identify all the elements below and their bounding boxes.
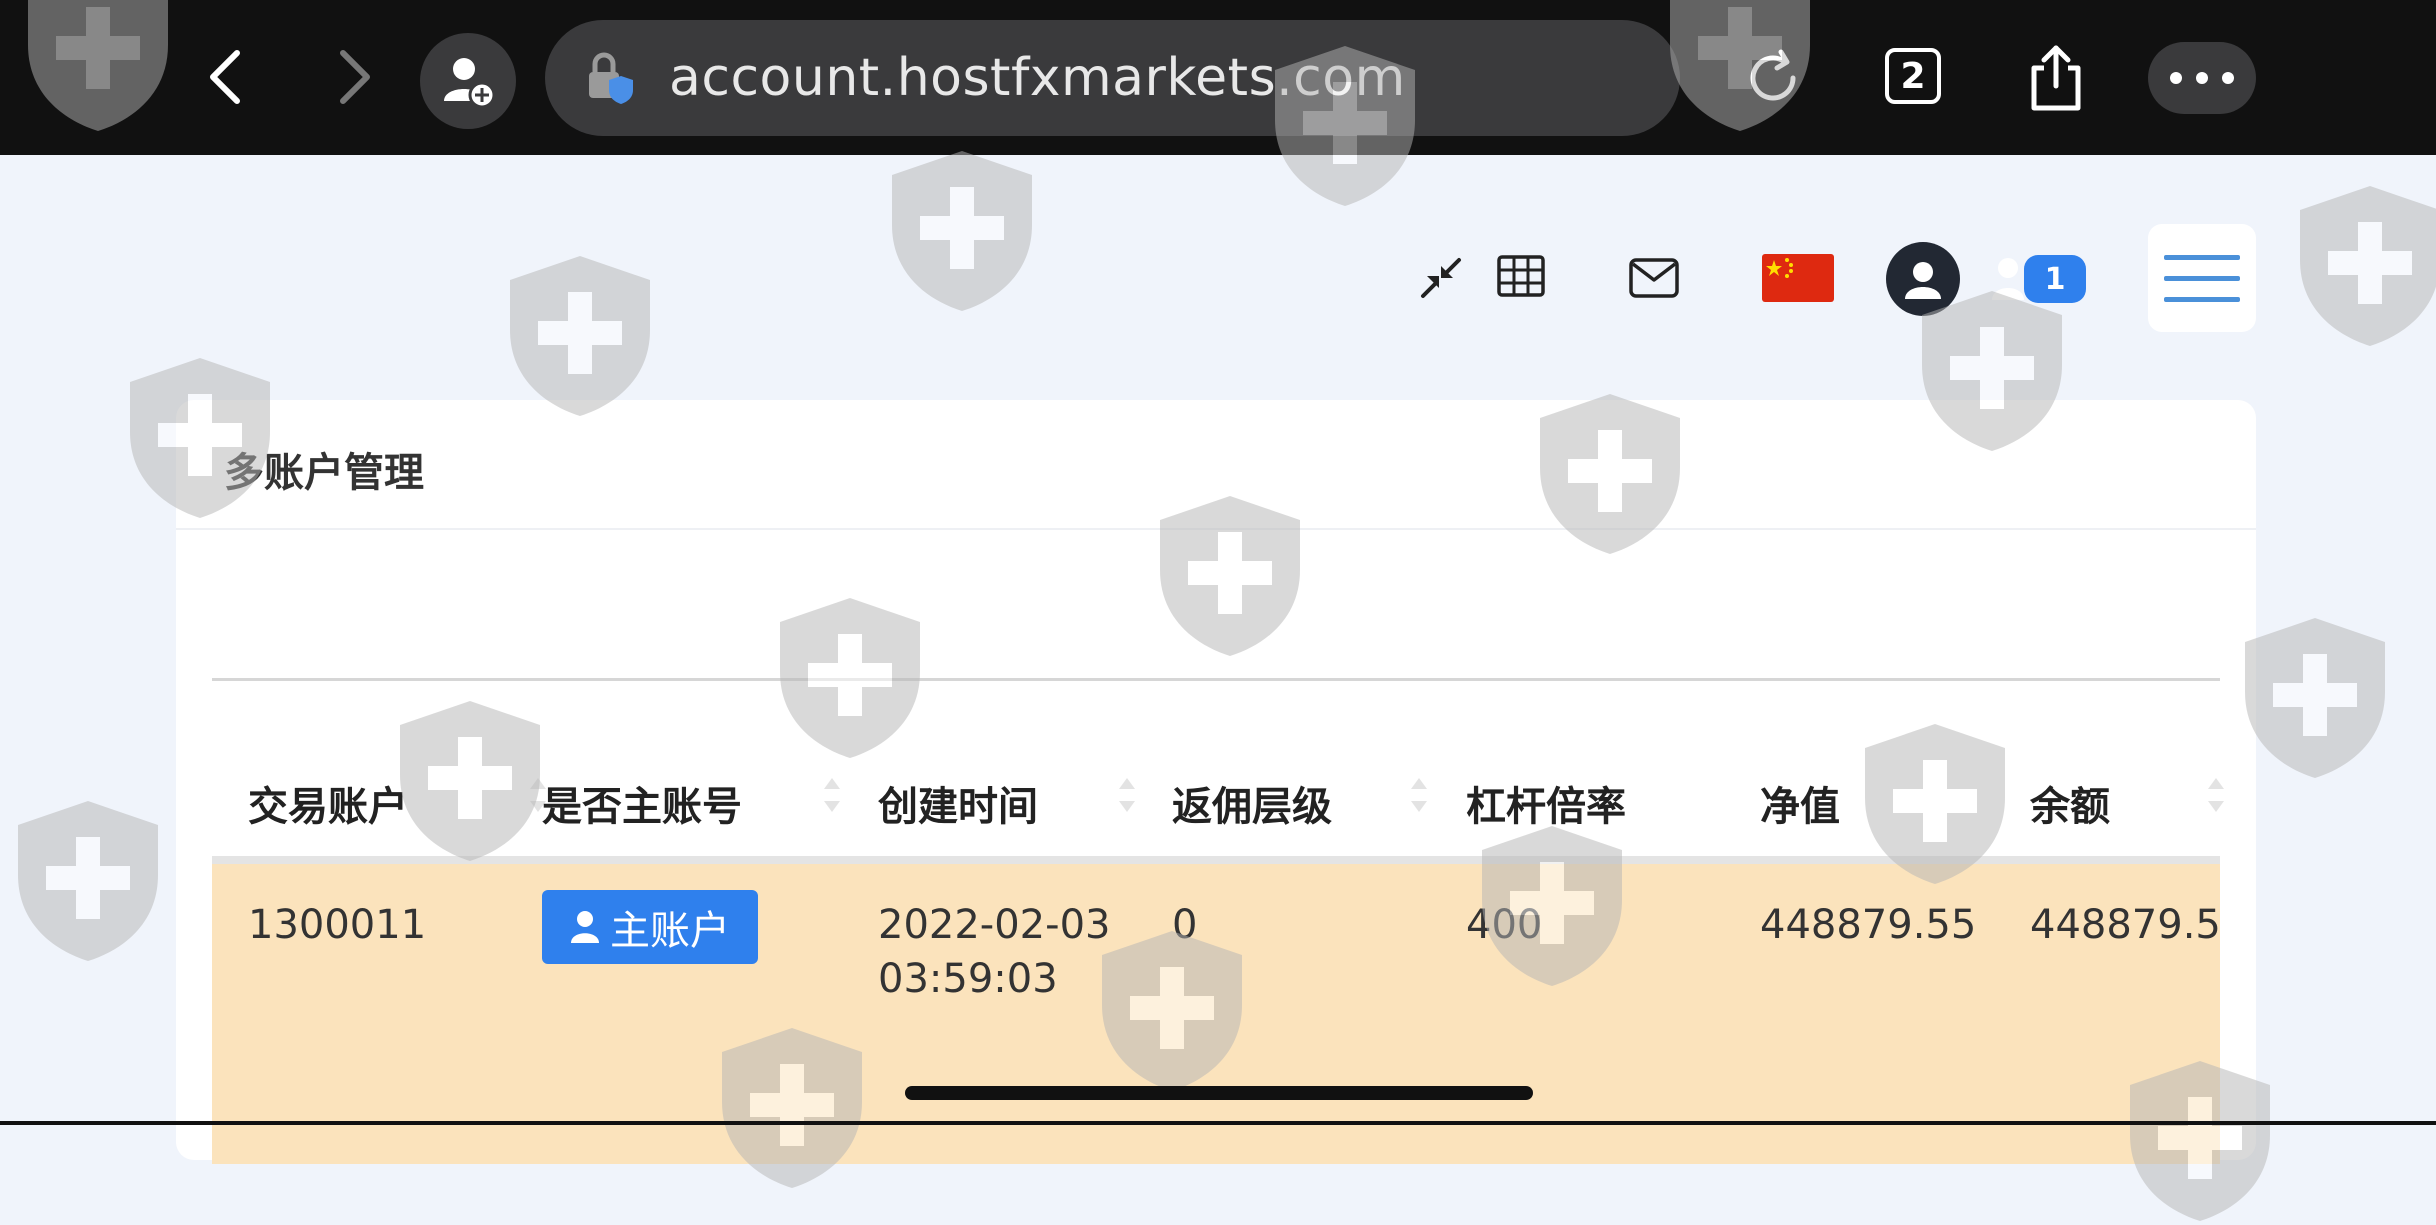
mail-icon[interactable] <box>1628 256 1680 300</box>
divider <box>212 678 2220 681</box>
main-account-label: 主账户 <box>610 908 730 954</box>
notification-icon[interactable]: 1 <box>1988 250 2088 306</box>
lock-shield-icon <box>583 50 639 106</box>
sort-icon[interactable] <box>2206 778 2226 812</box>
header-equity[interactable]: 净值 <box>1760 774 1840 832</box>
cell-leverage: 400 <box>1466 902 1543 948</box>
shield-watermark-icon <box>2300 186 2436 346</box>
page-title: 多账户管理 <box>224 450 424 496</box>
compress-icon[interactable] <box>1415 252 1467 304</box>
tab-count: 2 <box>1900 55 1926 97</box>
multi-account-card: 多账户管理 交易账户 是否主账号 创建时间 返佣层级 杠杆倍率 净值 余额 13… <box>176 400 2256 1164</box>
back-icon[interactable] <box>190 42 260 112</box>
divider <box>212 856 2220 864</box>
more-icon[interactable] <box>2148 42 2256 114</box>
sort-icon[interactable] <box>822 778 842 812</box>
table-header: 交易账户 是否主账号 创建时间 返佣层级 杠杆倍率 净值 余额 <box>212 730 2224 856</box>
tabs-icon[interactable]: 2 <box>1885 48 1941 104</box>
browser-toolbar: account.hostfxmarkets.com 2 <box>0 0 2436 155</box>
user-avatar-icon[interactable] <box>1886 242 1960 316</box>
cell-balance: 448879.55 <box>2030 902 2220 948</box>
main-account-badge[interactable]: 主账户 <box>542 890 758 964</box>
cell-rebate-level: 0 <box>1172 902 1198 948</box>
header-is-main[interactable]: 是否主账号 <box>542 774 742 832</box>
shield-watermark-icon <box>892 151 1032 311</box>
cell-account: 1300011 <box>248 902 427 948</box>
cell-created: 2022-02-03 03:59:03 <box>878 898 1110 1006</box>
notification-badge: 1 <box>2024 255 2086 303</box>
header-trading-account[interactable]: 交易账户 <box>248 774 408 832</box>
address-bar[interactable]: account.hostfxmarkets.com <box>545 20 1680 136</box>
cell-equity: 448879.55 <box>1760 902 1977 948</box>
cell-created-time: 03:59:03 <box>878 956 1058 1002</box>
table-row[interactable]: 1300011 主账户 2022-02-03 03:59:03 0 400 44… <box>212 864 2220 1164</box>
header-rebate-level[interactable]: 返佣层级 <box>1172 774 1332 832</box>
shield-watermark-icon <box>18 801 158 961</box>
cell-created-date: 2022-02-03 <box>878 902 1111 948</box>
sort-icon[interactable] <box>1117 778 1137 812</box>
header-leverage[interactable]: 杠杆倍率 <box>1466 774 1626 832</box>
china-flag-icon[interactable] <box>1762 254 1834 302</box>
forward-icon[interactable] <box>320 42 390 112</box>
divider <box>0 1121 2436 1125</box>
profile-add-icon[interactable] <box>420 33 516 129</box>
header-created-time[interactable]: 创建时间 <box>878 774 1038 832</box>
header-balance[interactable]: 余额 <box>2030 774 2110 832</box>
url-text: account.hostfxmarkets.com <box>669 48 1406 108</box>
reload-icon[interactable] <box>1735 40 1811 116</box>
divider <box>176 528 2256 530</box>
home-indicator[interactable] <box>905 1086 1533 1100</box>
user-icon <box>571 911 599 943</box>
grid-icon[interactable] <box>1495 252 1547 300</box>
share-icon[interactable] <box>2020 38 2092 118</box>
shield-watermark-icon <box>2245 618 2385 778</box>
shield-watermark-icon <box>510 256 650 416</box>
sort-icon[interactable] <box>1409 778 1429 812</box>
hamburger-menu-icon[interactable] <box>2148 224 2256 332</box>
